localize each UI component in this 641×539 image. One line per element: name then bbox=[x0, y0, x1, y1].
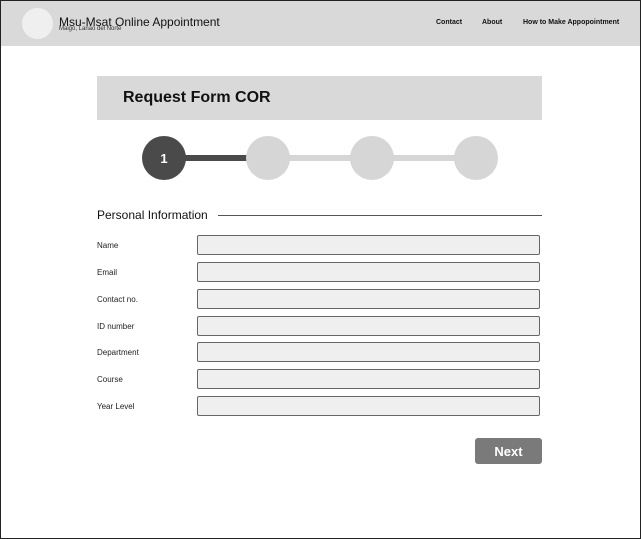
contact-field[interactable] bbox=[197, 289, 540, 309]
form-header: Request Form COR bbox=[97, 76, 542, 120]
stepper-line-complete bbox=[185, 155, 249, 161]
step-2 bbox=[246, 136, 290, 180]
site-subtitle: Maigo, Lanao del Norte bbox=[59, 26, 122, 32]
id-number-field[interactable] bbox=[197, 316, 540, 336]
name-field[interactable] bbox=[197, 235, 540, 255]
section-title: Personal Information bbox=[97, 208, 208, 222]
course-label: Course bbox=[97, 375, 123, 384]
form-title: Request Form COR bbox=[123, 89, 271, 106]
course-field[interactable] bbox=[197, 369, 540, 389]
step-1: 1 bbox=[142, 136, 186, 180]
name-label: Name bbox=[97, 241, 119, 250]
next-button[interactable]: Next bbox=[475, 438, 542, 464]
logo bbox=[22, 8, 53, 39]
step-3 bbox=[350, 136, 394, 180]
step-4 bbox=[454, 136, 498, 180]
email-label: Email bbox=[97, 268, 118, 277]
department-field[interactable] bbox=[197, 342, 540, 362]
nav-link-about[interactable]: About bbox=[482, 19, 502, 26]
contact-label: Contact no. bbox=[97, 295, 138, 304]
id-number-label: ID number bbox=[97, 322, 135, 331]
top-navbar: Msu-Msat Online Appointment Maigo, Lanao… bbox=[1, 1, 640, 46]
page-frame: Msu-Msat Online Appointment Maigo, Lanao… bbox=[0, 0, 641, 539]
nav-link-contact[interactable]: Contact bbox=[436, 19, 462, 26]
year-level-label: Year Level bbox=[97, 402, 135, 411]
department-label: Department bbox=[97, 348, 139, 357]
year-level-field[interactable] bbox=[197, 396, 540, 416]
nav-link-how-to[interactable]: How to Make Appopointment bbox=[523, 19, 619, 26]
email-field[interactable] bbox=[197, 262, 540, 282]
section-divider bbox=[218, 215, 542, 216]
